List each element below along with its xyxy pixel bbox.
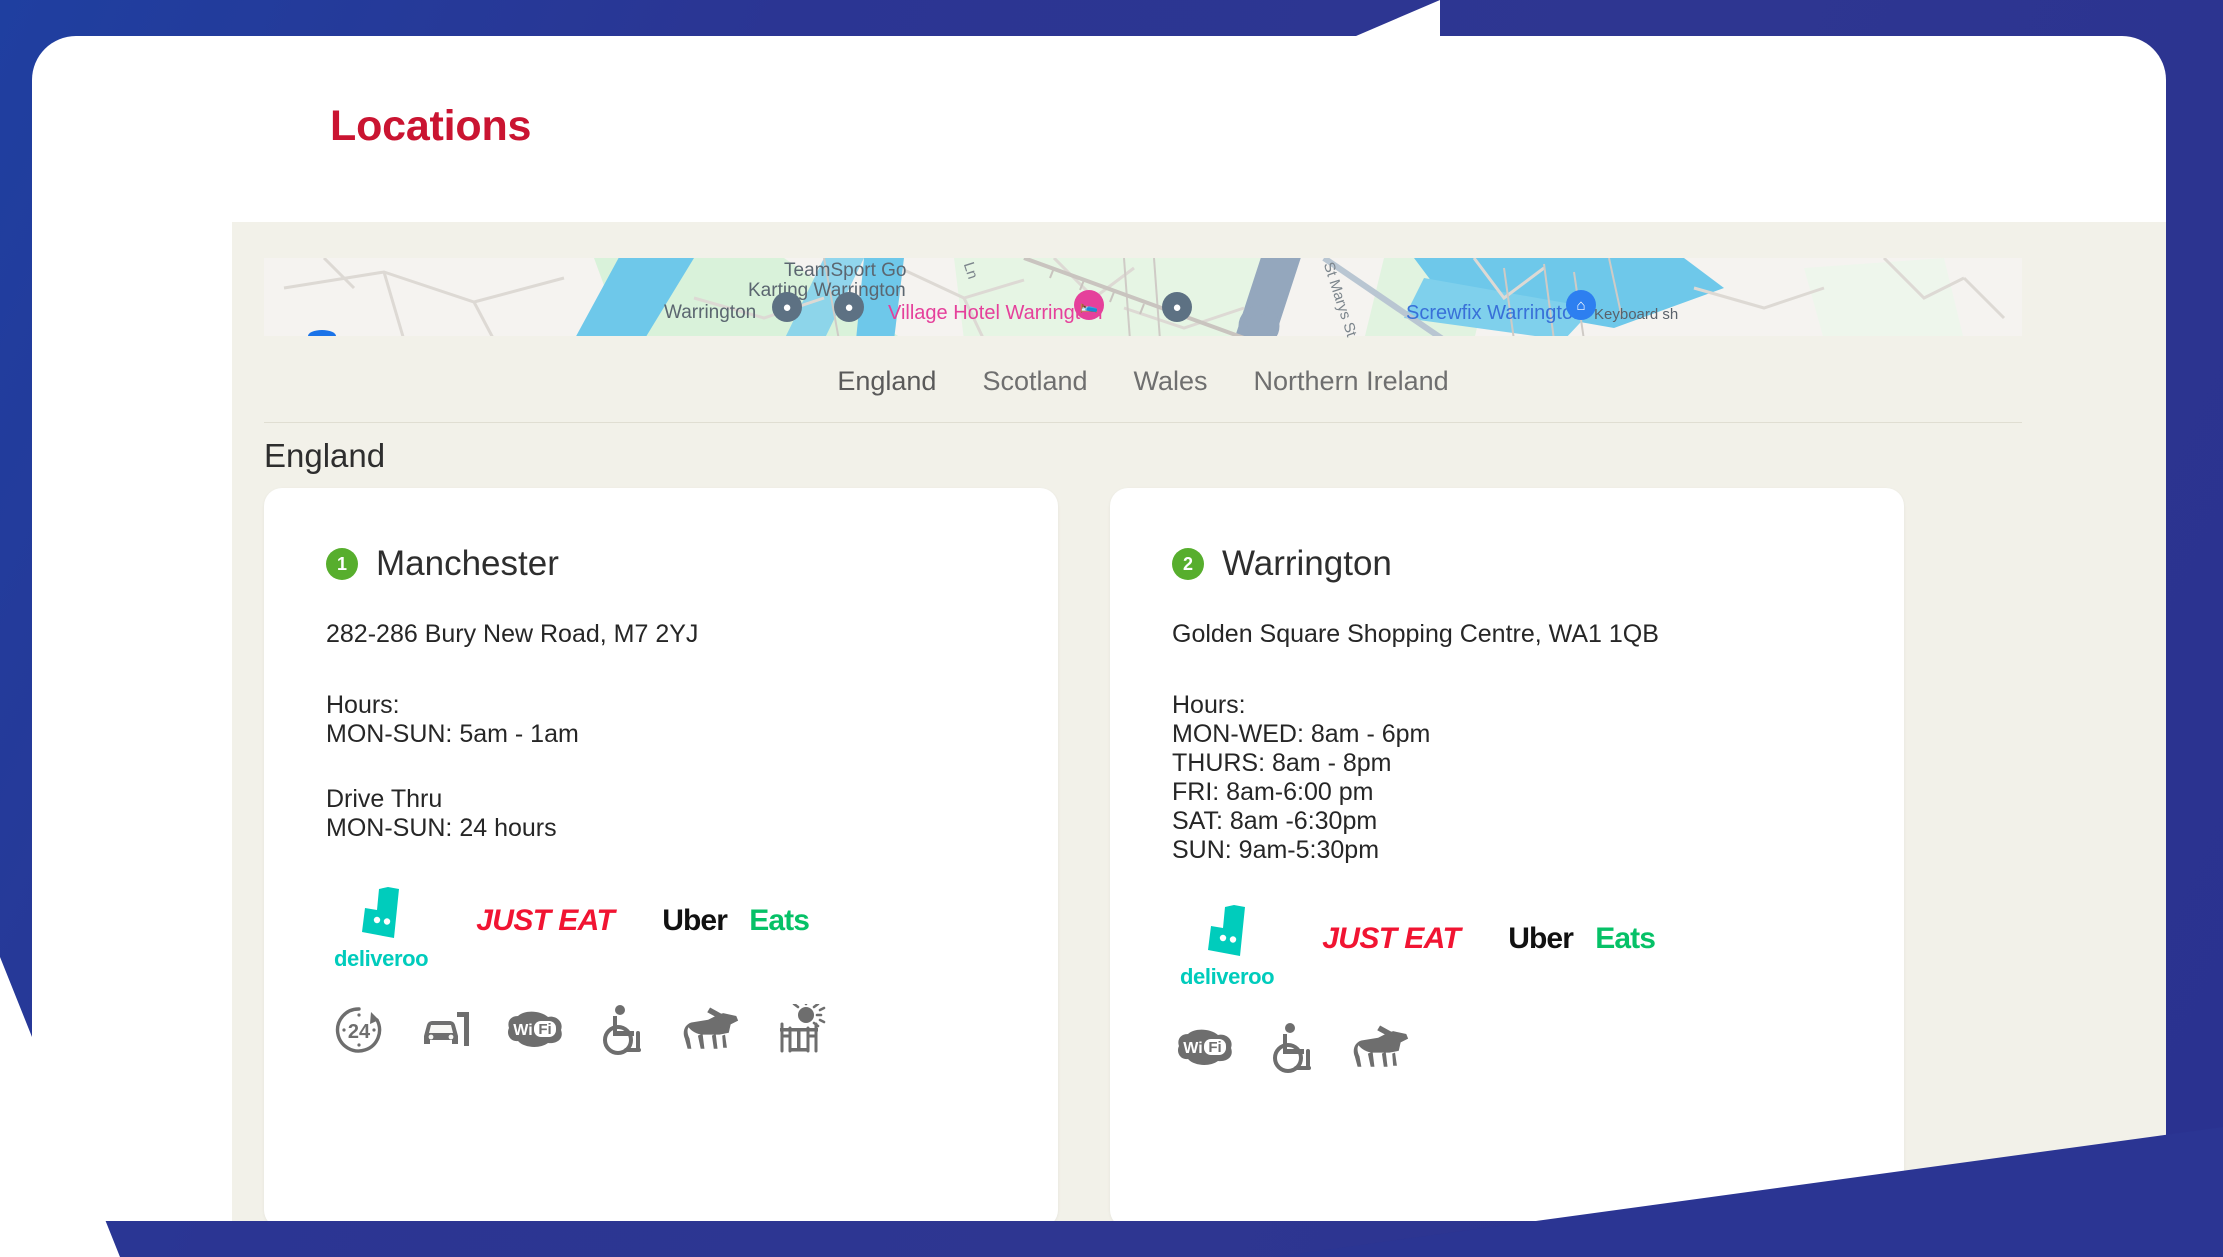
eats-wordmark: Eats: [1595, 922, 1656, 955]
country-tab-scotland[interactable]: Scotland: [982, 366, 1087, 397]
store-icon: ⌂: [1576, 296, 1586, 314]
map-pin-hotel[interactable]: 🛌: [1074, 290, 1104, 320]
wifi-icon: Wi Fi: [1176, 1019, 1234, 1077]
uber-eats-logo[interactable]: Uber Eats: [662, 904, 810, 938]
location-cards: 1 Manchester 282-286 Bury New Road, M7 2…: [264, 488, 2054, 1221]
hours-line-sun: SUN: 9am-5:30pm: [1172, 836, 1380, 864]
delivery-partners-row: deliveroo JUST EAT Uber Eats: [1180, 901, 1842, 993]
hours-line-sat: SAT: 8am -6:30pm: [1172, 807, 1378, 835]
guide-dog-icon: [1352, 1019, 1410, 1077]
locations-widget: TeamSport Go Karting Warrington Warringt…: [232, 222, 2166, 1221]
map-pin-store[interactable]: ⌂: [1566, 290, 1596, 320]
country-tab-wales[interactable]: Wales: [1134, 366, 1208, 397]
deliveroo-logo[interactable]: deliveroo: [1180, 904, 1275, 990]
hotel-bed-icon: 🛌: [1079, 296, 1099, 314]
map-pin-camera-3[interactable]: ●: [1162, 292, 1192, 322]
deliveroo-wordmark: deliveroo: [334, 946, 429, 971]
drive-thru-hours-line: MON-SUN: 24 hours: [326, 814, 557, 842]
hours-line-mon-wed: MON-WED: 8am - 6pm: [1172, 720, 1431, 748]
svg-text:Wi: Wi: [1183, 1040, 1202, 1057]
map-keyboard-shortcuts-label: Keyboard sh: [1594, 306, 1679, 323]
map-pin-camera-1[interactable]: ●: [772, 292, 802, 322]
location-card-manchester: 1 Manchester 282-286 Bury New Road, M7 2…: [264, 488, 1058, 1221]
map-graphic: [264, 258, 2022, 340]
location-name: Warrington: [1222, 544, 1392, 583]
camera-icon: ●: [844, 298, 854, 316]
deliveroo-mark-icon: [362, 887, 400, 938]
hours-label: Hours:: [1172, 691, 1246, 719]
camera-icon: ●: [782, 298, 792, 316]
location-address: 282-286 Bury New Road, M7 2YJ: [326, 620, 699, 648]
country-nav: England Scotland Wales Northern Ireland: [264, 340, 2022, 423]
deliveroo-wordmark: deliveroo: [1180, 964, 1275, 989]
delivery-partners-row: deliveroo JUST EAT Uber Eats: [334, 883, 996, 975]
location-card-warrington: 2 Warrington Golden Square Shopping Cent…: [1110, 488, 1904, 1221]
location-number-badge: 2: [1172, 548, 1204, 580]
wheelchair-accessible-icon: [1264, 1019, 1322, 1077]
amenities-row: Wi Fi: [1176, 1019, 1842, 1077]
svg-text:24: 24: [348, 1021, 371, 1043]
country-tab-england[interactable]: England: [837, 366, 936, 397]
uber-eats-logo[interactable]: Uber Eats: [1508, 922, 1656, 956]
camera-icon: ●: [1172, 298, 1182, 316]
just-eat-logo[interactable]: JUST EAT: [1322, 922, 1461, 956]
opening-hours-block: Hours: MON-SUN: 5am - 1am: [326, 691, 996, 749]
map-pin-camera-2[interactable]: ●: [834, 292, 864, 322]
map-label-village-hotel: Village Hotel Warrington: [888, 302, 1103, 324]
drive-thru-label: Drive Thru: [326, 785, 443, 813]
card-title-row: 1 Manchester: [326, 544, 996, 584]
svg-text:Fi: Fi: [538, 1021, 551, 1038]
uber-wordmark: Uber: [662, 904, 728, 937]
drive-thru-icon: [418, 1001, 476, 1059]
drive-thru-block: Drive Thru MON-SUN: 24 hours: [326, 785, 996, 843]
hours-line-fri: FRI: 8am-6:00 pm: [1172, 778, 1374, 806]
svg-text:Wi: Wi: [513, 1022, 532, 1039]
page-title: Locations: [330, 102, 532, 150]
map-label-teamsport: TeamSport Go: [784, 260, 907, 281]
map-label-warrington: Warrington: [664, 302, 757, 323]
country-tab-northern-ireland[interactable]: Northern Ireland: [1254, 366, 1449, 397]
opening-hours-block: Hours: MON-WED: 8am - 6pm THURS: 8am - 8…: [1172, 691, 1842, 865]
wheelchair-accessible-icon: [594, 1001, 652, 1059]
outdoor-seating-icon: [770, 1001, 828, 1059]
guide-dog-icon: [682, 1001, 740, 1059]
deliveroo-logo[interactable]: deliveroo: [334, 886, 429, 972]
map-label-karting: Karting Warrington: [748, 280, 906, 301]
amenities-row: 24 Wi Fi: [330, 1001, 996, 1059]
hours-line-thurs: THURS: 8am - 8pm: [1172, 749, 1392, 777]
wifi-icon: Wi Fi: [506, 1001, 564, 1059]
location-address: Golden Square Shopping Centre, WA1 1QB: [1172, 620, 1659, 648]
map-embed[interactable]: TeamSport Go Karting Warrington Warringt…: [264, 258, 2022, 340]
section-heading: England: [264, 437, 386, 474]
just-eat-logo[interactable]: JUST EAT: [476, 904, 615, 938]
location-name: Manchester: [376, 544, 559, 583]
24-hours-icon: 24: [330, 1001, 388, 1059]
hours-label: Hours:: [326, 691, 400, 719]
uber-wordmark: Uber: [1508, 922, 1574, 955]
map-label-screwfix: Screwfix Warrington: [1406, 302, 1585, 324]
deliveroo-mark-icon: [1208, 905, 1246, 956]
location-number-badge: 1: [326, 548, 358, 580]
page-background: Locations TeamSport Go Karting Warringto…: [0, 0, 2223, 1257]
svg-text:Fi: Fi: [1208, 1039, 1221, 1056]
hours-line: MON-SUN: 5am - 1am: [326, 720, 579, 748]
eats-wordmark: Eats: [749, 904, 810, 937]
page-card: Locations TeamSport Go Karting Warringto…: [32, 36, 2166, 1221]
card-title-row: 2 Warrington: [1172, 544, 1842, 584]
